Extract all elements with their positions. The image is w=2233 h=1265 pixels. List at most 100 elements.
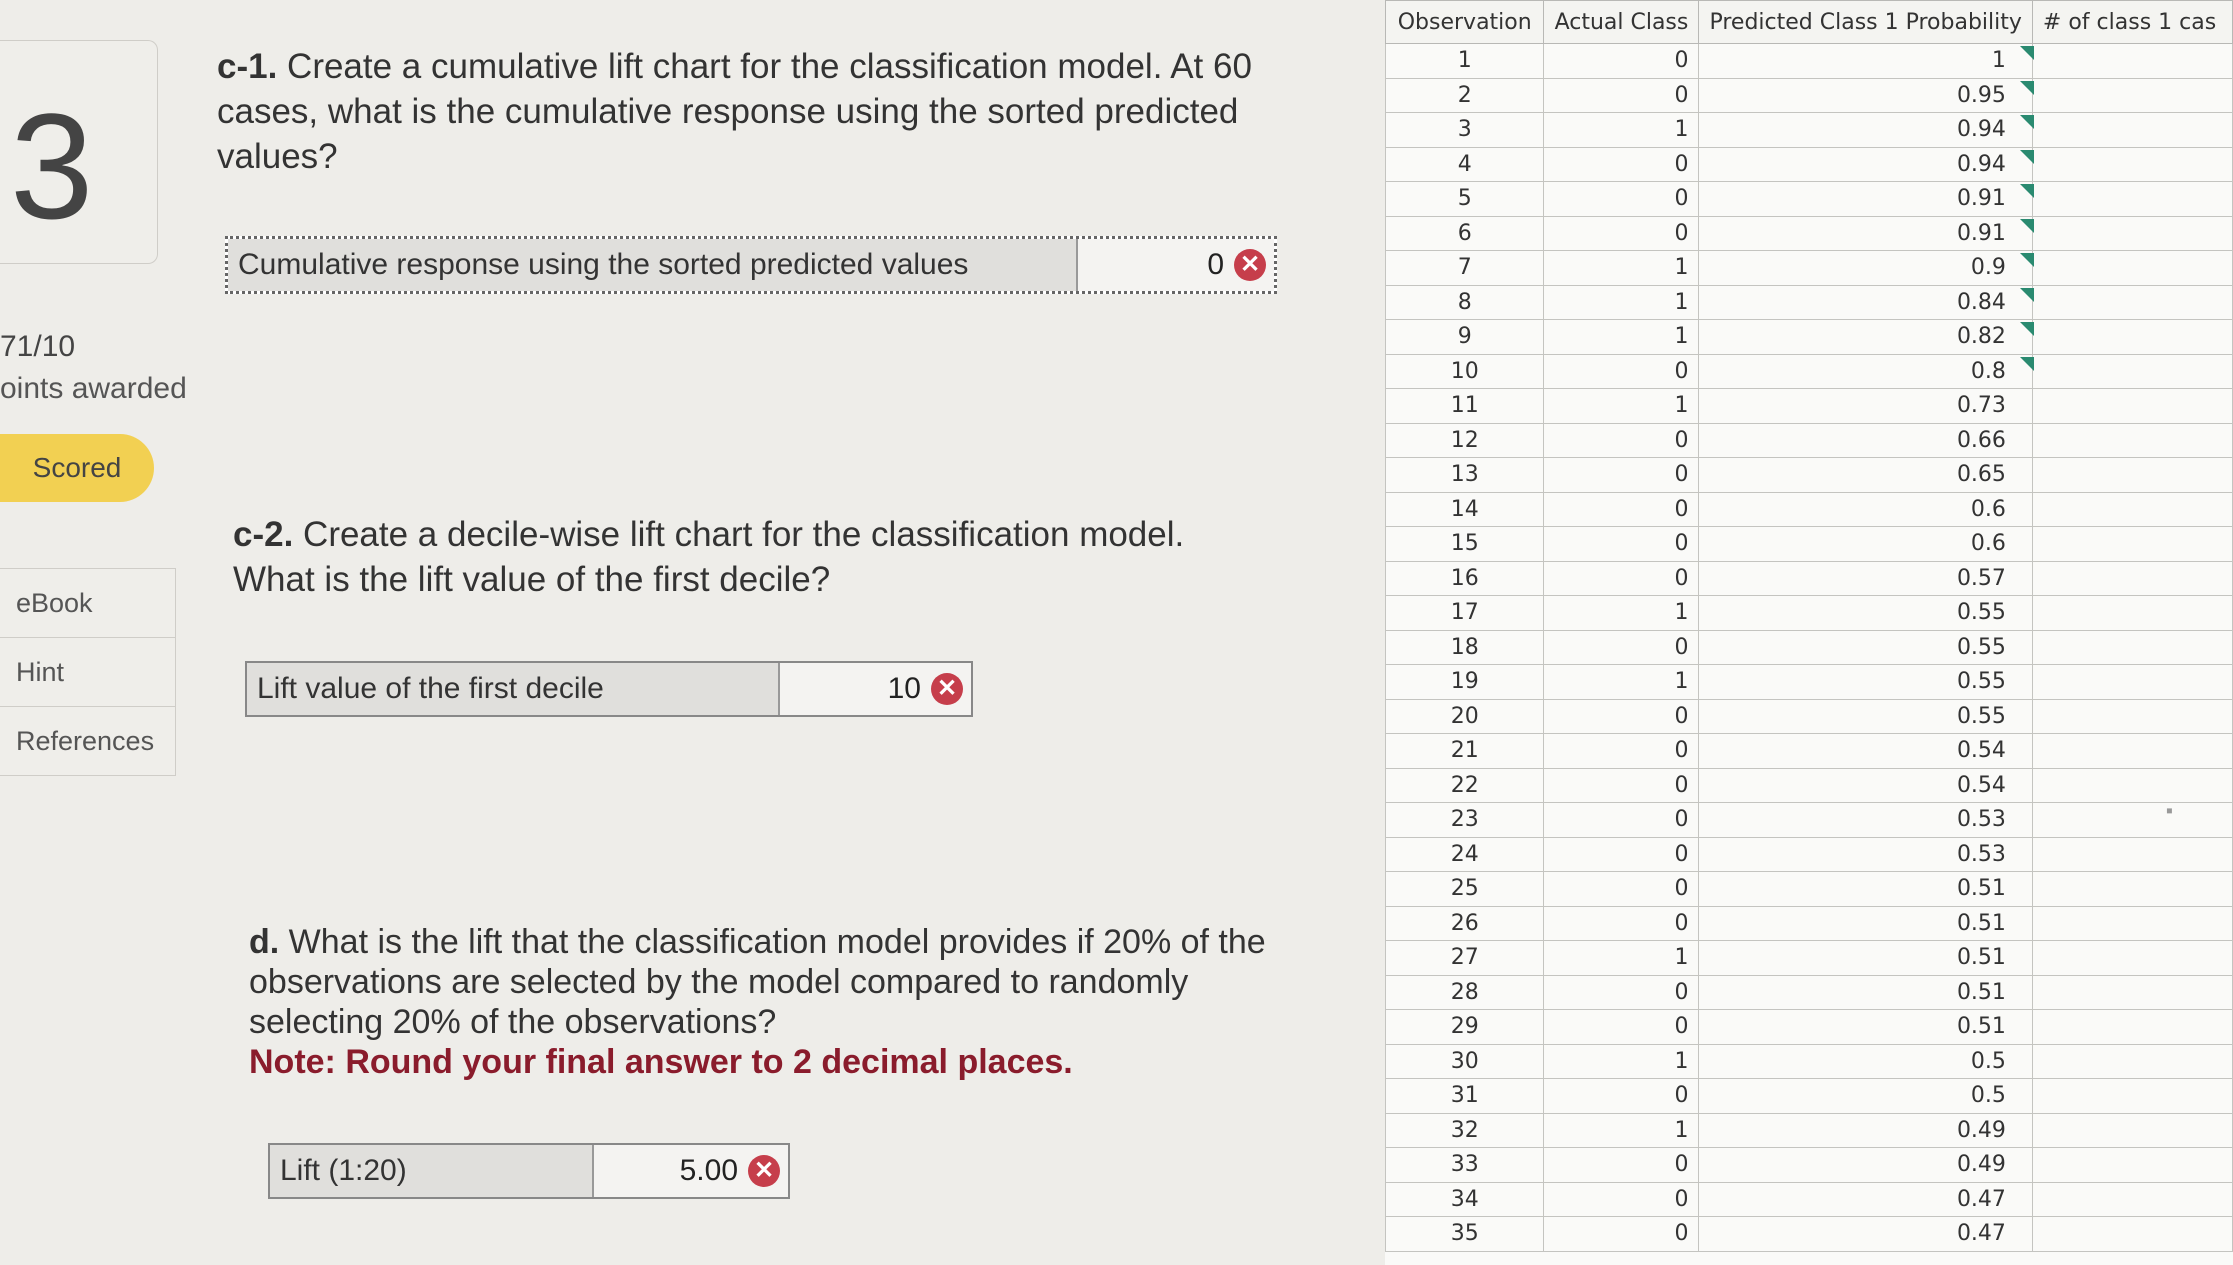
cell-observation[interactable]: 27 (1385, 940, 1545, 976)
cell-observation[interactable]: 9 (1385, 319, 1545, 355)
cell-actual-class[interactable]: 0 (1543, 1147, 1700, 1183)
hint-link[interactable]: Hint (0, 638, 175, 707)
cell-observation[interactable]: 5 (1385, 181, 1545, 217)
cell-probability[interactable]: 0.49 (1698, 1112, 2033, 1148)
cell-observation[interactable]: 33 (1385, 1147, 1545, 1183)
cell-observation[interactable]: 6 (1385, 215, 1545, 251)
cell-actual-class[interactable]: 1 (1543, 112, 1700, 148)
cell-probability[interactable]: 0.94 (1698, 112, 2034, 148)
cell-actual-class[interactable]: 1 (1543, 250, 1700, 286)
header-actual-class[interactable]: Actual Class (1543, 0, 1700, 44)
cell-observation[interactable]: 8 (1385, 284, 1545, 320)
cell-observation[interactable]: 10 (1385, 353, 1545, 389)
cell-observation[interactable]: 12 (1385, 422, 1545, 458)
cell-actual-class[interactable]: 0 (1543, 422, 1700, 458)
cell-probability[interactable]: 0.91 (1698, 215, 2034, 251)
cell-probability[interactable]: 0.47 (1698, 1216, 2033, 1252)
cell-observation[interactable]: 14 (1385, 491, 1545, 527)
cell-actual-class[interactable]: 0 (1543, 974, 1700, 1010)
cell-observation[interactable]: 15 (1385, 526, 1545, 562)
answer-field-d[interactable]: 5.00 ✕ (593, 1145, 788, 1197)
references-link[interactable]: References (0, 707, 175, 775)
cell-observation[interactable]: 7 (1385, 250, 1545, 286)
ebook-link[interactable]: eBook (0, 569, 175, 638)
cell-observation[interactable]: 22 (1385, 767, 1545, 803)
cell-class1-cases[interactable] (2031, 43, 2233, 79)
cell-probability[interactable]: 0.55 (1698, 629, 2033, 665)
cell-class1-cases[interactable] (2031, 526, 2233, 562)
cell-class1-cases[interactable] (2031, 733, 2233, 769)
cell-probability[interactable]: 0.53 (1698, 802, 2033, 838)
cell-probability[interactable]: 0.9 (1698, 250, 2034, 286)
cell-actual-class[interactable]: 1 (1543, 1112, 1700, 1148)
cell-observation[interactable]: 25 (1385, 871, 1545, 907)
cell-actual-class[interactable]: 1 (1543, 319, 1700, 355)
cell-probability[interactable]: 0.5 (1698, 1043, 2033, 1079)
cell-actual-class[interactable]: 0 (1543, 526, 1700, 562)
cell-class1-cases[interactable] (2031, 319, 2233, 355)
cell-class1-cases[interactable] (2031, 940, 2233, 976)
cell-actual-class[interactable]: 0 (1543, 146, 1700, 182)
cell-class1-cases[interactable] (2031, 871, 2233, 907)
cell-class1-cases[interactable] (2031, 905, 2233, 941)
cell-probability[interactable]: 0.55 (1698, 595, 2033, 631)
cell-observation[interactable]: 34 (1385, 1181, 1545, 1217)
cell-class1-cases[interactable] (2031, 353, 2233, 389)
cell-observation[interactable]: 35 (1385, 1216, 1545, 1252)
cell-actual-class[interactable]: 0 (1543, 560, 1700, 596)
cell-observation[interactable]: 11 (1385, 388, 1545, 424)
cell-class1-cases[interactable] (2031, 146, 2233, 182)
cell-class1-cases[interactable] (2031, 1078, 2233, 1114)
cell-class1-cases[interactable] (2031, 1043, 2233, 1079)
cell-probability[interactable]: 0.54 (1698, 767, 2033, 803)
cell-observation[interactable]: 17 (1385, 595, 1545, 631)
cell-actual-class[interactable]: 0 (1543, 802, 1700, 838)
cell-actual-class[interactable]: 1 (1543, 1043, 1700, 1079)
cell-class1-cases[interactable] (2031, 1147, 2233, 1183)
cell-observation[interactable]: 28 (1385, 974, 1545, 1010)
cell-observation[interactable]: 3 (1385, 112, 1545, 148)
cell-actual-class[interactable]: 0 (1543, 457, 1700, 493)
cell-observation[interactable]: 2 (1385, 77, 1545, 113)
cell-class1-cases[interactable] (2031, 284, 2233, 320)
cell-probability[interactable]: 1 (1698, 43, 2034, 79)
cell-actual-class[interactable]: 1 (1543, 388, 1700, 424)
cell-actual-class[interactable]: 0 (1543, 77, 1700, 113)
cell-probability[interactable]: 0.6 (1698, 526, 2033, 562)
header-observation[interactable]: Observation (1385, 0, 1545, 44)
cell-observation[interactable]: 1 (1385, 43, 1545, 79)
cell-probability[interactable]: 0.55 (1698, 698, 2033, 734)
cell-probability[interactable]: 0.55 (1698, 664, 2033, 700)
cell-class1-cases[interactable] (2031, 181, 2233, 217)
cell-observation[interactable]: 4 (1385, 146, 1545, 182)
cell-actual-class[interactable]: 0 (1543, 1078, 1700, 1114)
cell-class1-cases[interactable] (2031, 77, 2233, 113)
cell-actual-class[interactable]: 0 (1543, 43, 1700, 79)
cell-actual-class[interactable]: 0 (1543, 181, 1700, 217)
cell-probability[interactable]: 0.49 (1698, 1147, 2033, 1183)
cell-observation[interactable]: 23 (1385, 802, 1545, 838)
cell-probability[interactable]: 0.47 (1698, 1181, 2033, 1217)
cell-probability[interactable]: 0.51 (1698, 940, 2033, 976)
cell-actual-class[interactable]: 0 (1543, 836, 1700, 872)
cell-probability[interactable]: 0.51 (1698, 905, 2033, 941)
cell-probability[interactable]: 0.51 (1698, 1009, 2033, 1045)
cell-class1-cases[interactable] (2031, 388, 2233, 424)
cell-probability[interactable]: 0.57 (1698, 560, 2033, 596)
cell-probability[interactable]: 0.51 (1698, 871, 2033, 907)
cell-class1-cases[interactable] (2031, 1181, 2233, 1217)
cell-actual-class[interactable]: 0 (1543, 767, 1700, 803)
cell-observation[interactable]: 29 (1385, 1009, 1545, 1045)
cell-observation[interactable]: 21 (1385, 733, 1545, 769)
header-class1-cases[interactable]: # of class 1 cas (2031, 0, 2233, 44)
cell-actual-class[interactable]: 1 (1543, 664, 1700, 700)
cell-class1-cases[interactable] (2031, 560, 2233, 596)
cell-probability[interactable]: 0.73 (1698, 388, 2033, 424)
cell-class1-cases[interactable] (2031, 629, 2233, 665)
cell-class1-cases[interactable] (2031, 595, 2233, 631)
cell-observation[interactable]: 31 (1385, 1078, 1545, 1114)
cell-actual-class[interactable]: 0 (1543, 1009, 1700, 1045)
cell-probability[interactable]: 0.53 (1698, 836, 2033, 872)
cell-probability[interactable]: 0.95 (1698, 77, 2034, 113)
cell-actual-class[interactable]: 0 (1543, 871, 1700, 907)
